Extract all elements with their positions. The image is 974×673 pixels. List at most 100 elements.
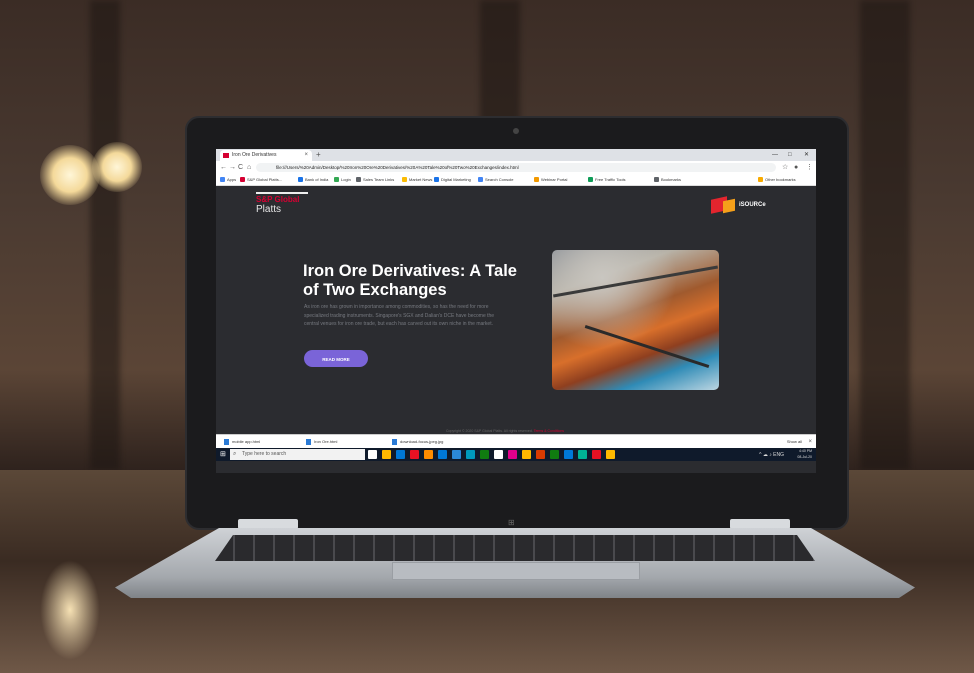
bookmarks-bar: Apps S&P Global Platts... Bank of India Log…: [216, 174, 816, 186]
bookmark-favicon-icon: [478, 177, 483, 183]
system-tray-icons[interactable]: ^ ☁ ♪ ENG: [759, 452, 784, 458]
search-icon: ⌕: [233, 451, 237, 457]
brand-bottom: Platts: [256, 204, 282, 215]
copyright-label: Copyright © 2020 S&P Global Platts. All …: [446, 429, 533, 433]
taskbar-app-icon[interactable]: [564, 450, 573, 459]
taskbar-app-icon[interactable]: [382, 450, 391, 459]
bookmark-label: Sales Team Links: [363, 177, 395, 182]
keyboard: [215, 535, 815, 561]
taskbar-app-icon[interactable]: [536, 450, 545, 459]
taskbar-app-icon[interactable]: [550, 450, 559, 459]
downloads-close-icon[interactable]: ×: [808, 435, 812, 449]
lamp-light: [40, 145, 100, 205]
taskbar-app-icon[interactable]: [424, 450, 433, 459]
download-item[interactable]: Iron Ore.html: [306, 435, 337, 449]
read-more-button[interactable]: READ MORE: [304, 350, 368, 367]
bookmark-favicon-icon: [220, 177, 225, 183]
bookmark-item[interactable]: Sales Team Links: [356, 174, 394, 185]
file-icon: [392, 438, 397, 445]
mining-hero-image: [552, 250, 719, 390]
clock[interactable]: 4:40 PM 08-Jul-20: [797, 448, 812, 460]
taskbar-search-input[interactable]: ⌕ Type here to search: [230, 449, 365, 460]
bookmark-item[interactable]: Webinar Portal: [534, 174, 567, 185]
start-button[interactable]: ⊞: [220, 451, 226, 458]
web-page: S&P Global Platts iSOURCe Iron Ore Deriv…: [216, 186, 816, 434]
bookmark-item[interactable]: Free Traffic Tools: [588, 174, 626, 185]
taskbar-app-icon[interactable]: [592, 450, 601, 459]
bookmark-item[interactable]: Other bookmarks: [758, 174, 796, 185]
bookmark-label: Bookmarks: [661, 177, 682, 182]
bookmark-item[interactable]: S&P Global Platts...: [240, 174, 282, 185]
taskbar-app-icon[interactable]: [452, 450, 461, 459]
download-item[interactable]: mobile app.html: [224, 435, 260, 449]
forward-icon[interactable]: →: [229, 162, 236, 173]
tab-close-icon[interactable]: ×: [304, 150, 308, 161]
taskbar-app-icon[interactable]: [606, 450, 615, 459]
conveyor-belt: [584, 324, 710, 369]
new-tab-button[interactable]: +: [316, 149, 321, 161]
laptop-hinge: [730, 519, 790, 529]
bookmark-favicon-icon: [434, 177, 439, 183]
isource-mark-icon: [723, 198, 735, 214]
profile-icon[interactable]: ●: [794, 162, 798, 173]
bookmark-label: Free Traffic Tools: [595, 177, 626, 182]
home-icon[interactable]: ⌂: [247, 162, 251, 173]
taskbar-app-icon[interactable]: [410, 450, 419, 459]
taskbar-app-icon[interactable]: [508, 450, 517, 459]
windows-taskbar: ⊞ ⌕ Type here to search ^ ☁ ♪ ENG 4:40 P…: [216, 448, 816, 461]
taskbar-app-icon[interactable]: [522, 450, 531, 459]
taskbar-app-icon[interactable]: [578, 450, 587, 459]
maximize-button[interactable]: □: [788, 149, 792, 161]
download-item[interactable]: download-focus-jpeg.jpg: [392, 435, 443, 449]
laptop-screen: Iron Ore Derivatives × + — □ ✕ ← → C ⌂ f…: [216, 149, 816, 473]
bookmark-favicon-icon: [654, 177, 659, 183]
clock-date: 08-Jul-20: [797, 455, 812, 459]
search-placeholder: Type here to search: [242, 451, 287, 457]
file-icon: [306, 438, 311, 445]
bookmark-favicon-icon: [356, 177, 361, 183]
sp-global-platts-logo[interactable]: S&P Global Platts: [256, 192, 308, 215]
bookmark-item[interactable]: Market News: [402, 174, 432, 185]
laptop-hinge: [238, 519, 298, 529]
star-icon[interactable]: ☆: [782, 162, 788, 173]
taskbar-app-icon[interactable]: [368, 450, 377, 459]
bookmark-item[interactable]: Bank of India: [298, 174, 328, 185]
back-icon[interactable]: ←: [220, 162, 227, 173]
taskbar-app-icon[interactable]: [396, 450, 405, 459]
bookmark-label: Other bookmarks: [765, 177, 796, 182]
file-icon: [224, 438, 229, 445]
minimize-button[interactable]: —: [772, 149, 778, 161]
download-filename: Iron Ore.html: [314, 439, 338, 444]
menu-icon[interactable]: ⋮: [806, 162, 813, 173]
reload-icon[interactable]: C: [238, 162, 243, 173]
taskbar-app-icon[interactable]: [438, 450, 447, 459]
intro-paragraph: As iron ore has grown in importance amon…: [304, 304, 495, 327]
browser-tab[interactable]: Iron Ore Derivatives ×: [220, 150, 312, 161]
bookmark-favicon-icon: [534, 177, 539, 183]
background-pillar: [860, 0, 910, 470]
bookmark-label: Webinar Portal: [541, 177, 568, 182]
bookmark-item[interactable]: Apps: [220, 174, 236, 185]
bookmark-item[interactable]: Bookmarks: [654, 174, 681, 185]
bookmark-label: Bank of India: [305, 177, 329, 182]
bookmark-item[interactable]: Login: [334, 174, 351, 185]
close-window-button[interactable]: ✕: [804, 149, 809, 161]
bookmark-item[interactable]: Digital Marketing: [434, 174, 471, 185]
download-filename: download-focus-jpeg.jpg: [400, 439, 444, 444]
terms-link[interactable]: Terms & Conditions: [534, 429, 564, 433]
copyright-text: Copyright © 2020 S&P Global Platts. All …: [446, 429, 564, 433]
bookmark-item[interactable]: Search Console: [478, 174, 513, 185]
bookmark-favicon-icon: [758, 177, 763, 183]
isource-wordmark: iSOURCe: [739, 202, 766, 208]
taskbar-app-icon[interactable]: [466, 450, 475, 459]
bookmark-label: Digital Marketing: [441, 177, 471, 182]
taskbar-app-icon[interactable]: [494, 450, 503, 459]
show-all-link[interactable]: Show all: [787, 435, 802, 449]
lamp-light: [92, 142, 142, 192]
downloads-bar: mobile app.html Iron Ore.html download-f…: [216, 434, 816, 449]
background-pillar: [90, 0, 120, 470]
bookmark-label: Search Console: [485, 177, 514, 182]
download-filename: mobile app.html: [232, 439, 261, 444]
url-input[interactable]: file:///Users/%20Admin/Desktop/%20Iron%2…: [256, 163, 776, 172]
taskbar-app-icon[interactable]: [480, 450, 489, 459]
